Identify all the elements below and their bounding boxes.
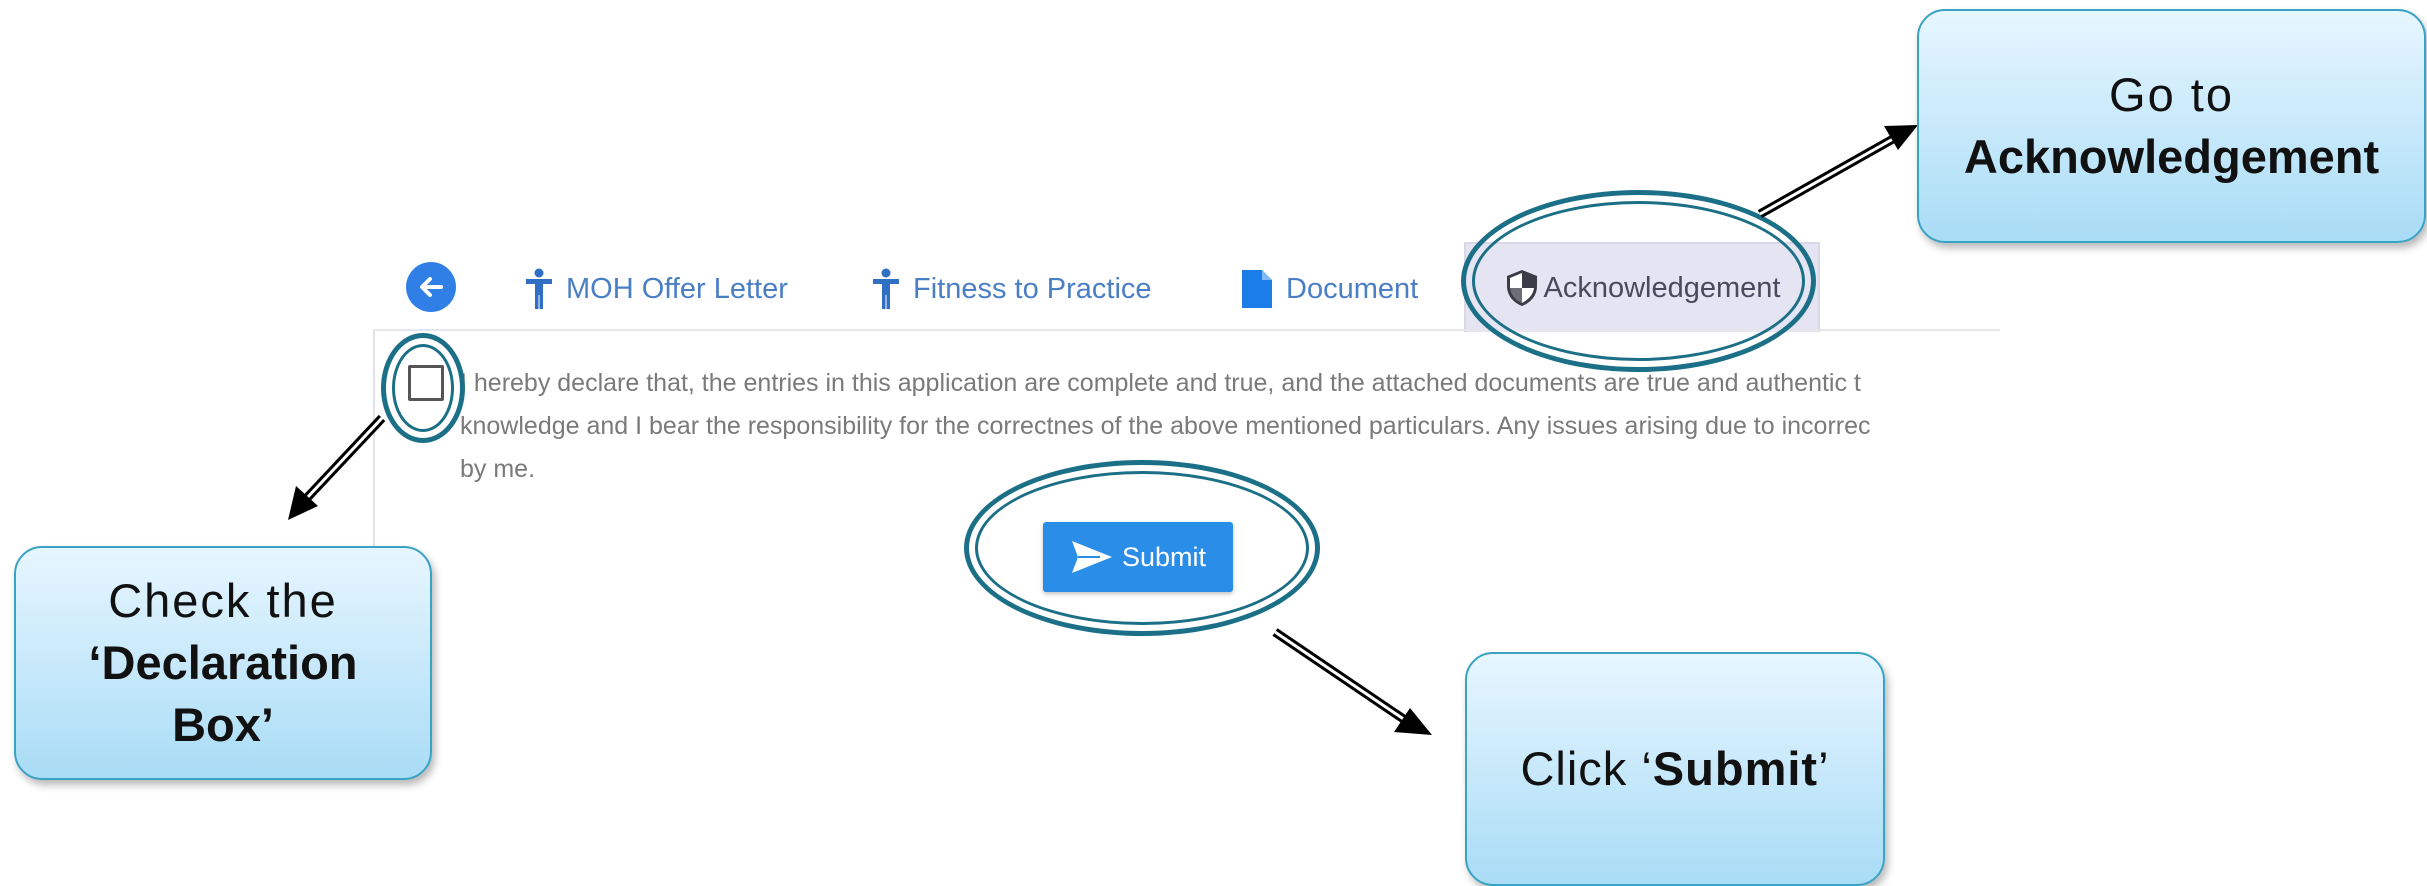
arrow-to-acknowledgement-callout	[1757, 125, 1918, 218]
callout-text: Click ‘	[1520, 742, 1653, 795]
callout-text: ’	[1818, 742, 1830, 795]
callout-click-submit: Click ‘Submit’	[1465, 652, 1885, 886]
callout-text: Go to	[2109, 68, 2234, 121]
callout-text-bold: Acknowledgement	[1963, 130, 2380, 183]
arrow-to-submit-callout	[1272, 628, 1432, 735]
callout-text-bold: Submit	[1652, 742, 1819, 795]
callout-text: Check the	[108, 574, 338, 627]
callout-text-bold: Box’	[172, 698, 274, 751]
callout-go-to-acknowledgement: Go to Acknowledgement	[1917, 9, 2426, 243]
arrow-to-checkbox-callout	[288, 414, 386, 520]
callout-text-bold: ‘Declaration	[88, 636, 358, 689]
callout-check-declaration: Check the ‘Declaration Box’	[14, 546, 432, 780]
